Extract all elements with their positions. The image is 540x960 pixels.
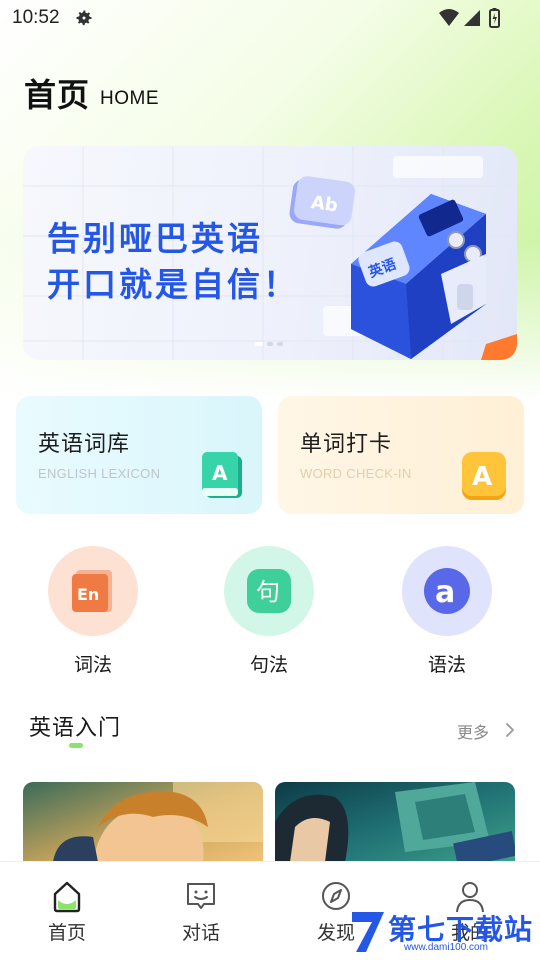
category-vocabulary[interactable]: En 词法 — [48, 546, 138, 677]
nav-label: 对话 — [181, 922, 220, 944]
card-title: 英语词库 — [38, 432, 131, 457]
nav-item-home[interactable]: 首页 — [27, 878, 107, 945]
svg-text:a: a — [435, 575, 455, 610]
page-title: 首页 — [24, 76, 91, 114]
ab-badge-icon: Ab — [289, 176, 355, 229]
page-subtitle: HOME — [100, 88, 159, 109]
sentence-icon: 句 — [247, 569, 291, 613]
banner-dot[interactable] — [267, 342, 273, 346]
banner-pagination[interactable] — [255, 342, 283, 346]
category-grammar[interactable]: a 语法 — [402, 546, 492, 677]
more-link[interactable]: 更多 — [457, 719, 489, 743]
boy-book-illustration — [275, 782, 515, 862]
svg-text:句: 句 — [256, 578, 280, 606]
banner-dot[interactable] — [255, 342, 263, 346]
signal-icon — [464, 10, 480, 26]
banner-headline-2: 开口就是自信！ — [47, 265, 299, 304]
grammar-a-icon: a — [424, 568, 470, 614]
banner-dot[interactable] — [277, 342, 283, 346]
svg-text:A: A — [472, 462, 492, 492]
chat-icon — [187, 883, 215, 909]
section-title-underline — [69, 743, 83, 748]
card-subtitle: ENGLISH LEXICON — [38, 466, 161, 481]
svg-text:Ab: Ab — [310, 192, 340, 217]
category-circle: 句 — [224, 546, 314, 636]
status-bar: 10:52 — [0, 0, 540, 36]
word-checkin-card[interactable]: 单词打卡 WORD CHECK-IN A — [278, 396, 524, 514]
course-thumbnail[interactable] — [23, 782, 263, 862]
card-subtitle: WORD CHECK-IN — [300, 466, 412, 481]
nav-label: 首页 — [47, 922, 86, 944]
en-card-icon: En — [72, 570, 112, 612]
card-title: 单词打卡 — [300, 432, 393, 457]
svg-text:A: A — [212, 461, 228, 485]
svg-text:En: En — [77, 585, 99, 604]
status-time: 10:52 — [12, 7, 60, 28]
promo-banner[interactable]: 告别哑巴英语 开口就是自信！ Ab 英语 — [23, 146, 517, 360]
category-syntax[interactable]: 句 句法 — [224, 546, 314, 677]
watermark-logo: 第七下载站 www.dami100.com — [348, 900, 540, 960]
settings-gear-icon — [76, 10, 92, 26]
wifi-icon — [439, 9, 459, 26]
watermark-seven-icon — [352, 912, 384, 952]
book-a-icon: A — [202, 452, 242, 498]
home-icon — [53, 881, 81, 913]
letter-a-badge-icon: A — [462, 452, 506, 500]
translator-device-illustration: Ab 英语 — [289, 176, 517, 360]
category-label: 词法 — [73, 654, 112, 676]
category-label: 语法 — [427, 654, 466, 676]
chevron-right-icon[interactable] — [504, 721, 516, 739]
english-lexicon-card[interactable]: 英语词库 ENGLISH LEXICON A — [16, 396, 262, 514]
category-label: 句法 — [249, 654, 288, 676]
category-circle: En — [48, 546, 138, 636]
watermark-url: www.dami100.com — [404, 942, 488, 953]
status-icons — [439, 8, 500, 28]
course-thumbnail[interactable] — [275, 782, 515, 862]
banner-headline-1: 告别哑巴英语 — [47, 219, 263, 258]
section-title: 英语入门 — [29, 716, 122, 741]
boy-reading-illustration — [53, 782, 263, 862]
nav-item-chat[interactable]: 对话 — [161, 878, 241, 945]
category-circle: a — [402, 546, 492, 636]
